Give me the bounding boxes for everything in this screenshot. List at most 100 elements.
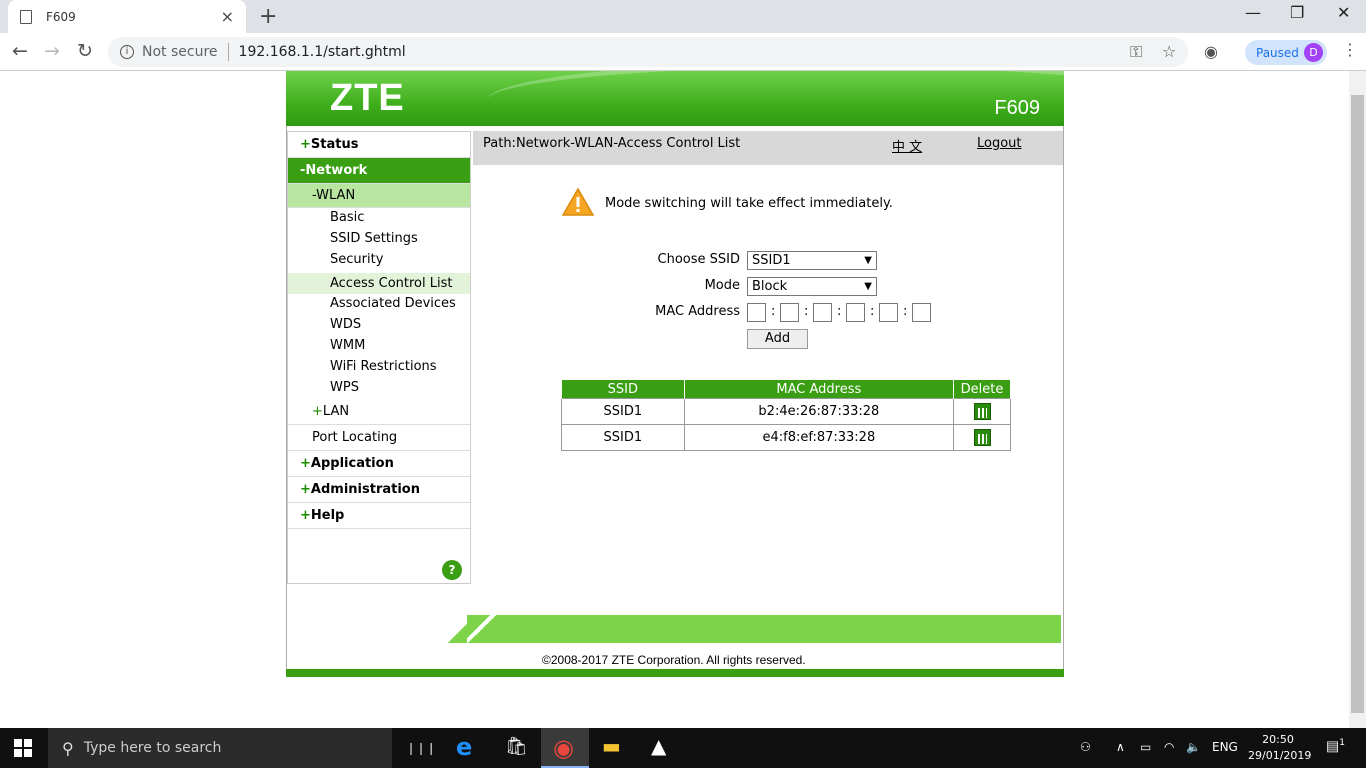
mac-field-2[interactable] [780, 303, 799, 322]
maximize-icon[interactable]: ❐ [1290, 3, 1304, 22]
language-indicator[interactable]: ENG [1212, 740, 1238, 754]
tab-title: F609 [46, 9, 76, 24]
battery-icon[interactable]: ▭ [1140, 740, 1151, 754]
scrollbar-thumb[interactable] [1351, 95, 1364, 713]
window-close-icon[interactable]: ✕ [1337, 3, 1350, 22]
column-header-mac: MAC Address [683, 379, 955, 399]
sidebar-item-label: Application [310, 456, 394, 471]
sidebar-item-label: -WLAN [312, 188, 356, 203]
taskbar-clock[interactable]: 20:50 29/01/2019 [1248, 732, 1312, 764]
choose-ssid-value: SSID1 [752, 253, 791, 268]
notifications-icon[interactable]: ▤1 [1326, 738, 1345, 755]
footer-band [443, 615, 1061, 643]
taskbar-search-input[interactable]: ⚲ Type here to search [48, 728, 392, 768]
mac-field-6[interactable] [912, 303, 931, 322]
reload-icon[interactable]: ↻ [77, 40, 93, 62]
sidebar-item-label: Security [330, 252, 384, 267]
plus-icon: + [312, 404, 323, 419]
mac-separator: : [903, 304, 908, 319]
photos-icon[interactable]: ▲ [651, 734, 675, 758]
model-name: F609 [994, 97, 1040, 119]
sidebar-item-status[interactable]: + Status [288, 132, 470, 158]
sidebar-item-wmm[interactable]: WMM [288, 335, 470, 356]
forward-icon[interactable]: → [44, 40, 60, 62]
sidebar-item-wps[interactable]: WPS [288, 377, 470, 398]
sidebar-item-help[interactable]: + Help [288, 503, 470, 529]
task-view-icon[interactable]: ❘❘❘ [406, 741, 436, 765]
sidebar-item-ssid-settings[interactable]: SSID Settings [288, 228, 470, 249]
breadcrumb: Path:Network-WLAN-Access Control List 中 … [473, 131, 1063, 165]
store-icon[interactable]: 🛍 [505, 736, 529, 760]
sidebar-item-security[interactable]: Security [288, 249, 470, 270]
header-wave [486, 71, 1064, 126]
sidebar-item-application[interactable]: + Application [288, 451, 470, 477]
file-explorer-icon[interactable]: ▬ [602, 734, 626, 758]
mac-field-3[interactable] [813, 303, 832, 322]
wifi-icon[interactable]: ◠ [1164, 740, 1174, 754]
mac-field-4[interactable] [846, 303, 865, 322]
avatar: D [1304, 43, 1323, 62]
mode-select[interactable]: Block ▼ [747, 277, 877, 296]
windows-start-icon[interactable] [14, 739, 32, 757]
not-secure-label: Not secure [142, 44, 218, 60]
volume-icon[interactable]: 🔈 [1186, 740, 1201, 754]
sidebar-item-access-control-list[interactable]: Access Control List [288, 273, 470, 294]
mac-separator: : [771, 304, 776, 319]
extension-icon[interactable]: ◉ [1204, 42, 1218, 61]
mac-field-1[interactable] [747, 303, 766, 322]
browser-tab[interactable]: F609 × [8, 0, 246, 33]
plus-icon: + [300, 482, 311, 497]
trash-icon[interactable] [973, 429, 991, 446]
language-link[interactable]: 中 文 [892, 136, 922, 155]
delete-cell [953, 398, 1011, 425]
page-icon [20, 9, 32, 24]
profile-paused-button[interactable]: Paused D [1245, 40, 1327, 65]
sidebar-item-wds[interactable]: WDS [288, 314, 470, 335]
sidebar-item-lan[interactable]: + LAN [288, 399, 470, 425]
paused-label: Paused [1256, 45, 1299, 60]
sidebar-menu: + Status -Network -WLAN Basic SSID Settin… [287, 131, 471, 584]
bookmark-star-icon[interactable]: ☆ [1162, 42, 1176, 61]
key-icon[interactable]: ⚿ [1130, 42, 1142, 62]
add-button[interactable]: Add [747, 329, 808, 349]
sidebar-item-administration[interactable]: + Administration [288, 477, 470, 503]
edge-icon[interactable]: e [456, 733, 480, 761]
sidebar-item-port-locating[interactable]: Port Locating [288, 425, 470, 451]
table-row: SSID1 e4:f8:ef:87:33:28 [561, 424, 1011, 451]
address-bar[interactable]: i Not secure 192.168.1.1/start.ghtml [108, 37, 1188, 67]
logout-link[interactable]: Logout [977, 136, 1022, 151]
footer-bottom-bar [286, 669, 1064, 677]
router-header: ZTE F609 [286, 71, 1064, 126]
notification-badge: 1 [1339, 738, 1345, 748]
mac-field-5[interactable] [879, 303, 898, 322]
chrome-taskbar-button[interactable]: ◉ [541, 728, 589, 768]
sidebar-item-associated-devices[interactable]: Associated Devices [288, 293, 470, 314]
tab-close-icon[interactable]: × [221, 7, 234, 26]
url-text[interactable]: 192.168.1.1/start.ghtml [239, 44, 406, 60]
browser-menu-icon[interactable]: ⋮ [1342, 40, 1358, 59]
dropdown-arrow-icon: ▼ [864, 281, 872, 292]
sidebar-item-wlan[interactable]: -WLAN [288, 184, 470, 208]
minimize-icon[interactable]: — [1245, 3, 1261, 22]
sidebar-item-wifi-restrictions[interactable]: WiFi Restrictions [288, 356, 470, 377]
people-icon[interactable]: ⚇ [1080, 740, 1091, 754]
sidebar-item-basic[interactable]: Basic [288, 207, 470, 228]
info-icon[interactable]: i [120, 45, 134, 59]
trash-icon[interactable] [973, 403, 991, 420]
back-icon[interactable]: ← [12, 40, 28, 62]
clock-time: 20:50 [1262, 733, 1294, 746]
choose-ssid-select[interactable]: SSID1 ▼ [747, 251, 877, 270]
tray-chevron-icon[interactable]: ∧ [1116, 740, 1125, 754]
column-header-delete: Delete [953, 379, 1011, 399]
new-tab-icon[interactable]: + [259, 4, 277, 29]
mac-separator: : [804, 304, 809, 319]
delete-cell [953, 424, 1011, 451]
sidebar-item-label: Help [310, 508, 345, 523]
warning-icon [562, 187, 594, 216]
sidebar-item-label: WMM [330, 338, 366, 353]
sidebar-item-network[interactable]: -Network [288, 158, 470, 184]
sidebar-item-label: WPS [330, 380, 359, 395]
clock-date: 29/01/2019 [1248, 749, 1312, 762]
help-icon[interactable]: ? [442, 560, 462, 580]
page-scrollbar[interactable] [1349, 71, 1366, 728]
